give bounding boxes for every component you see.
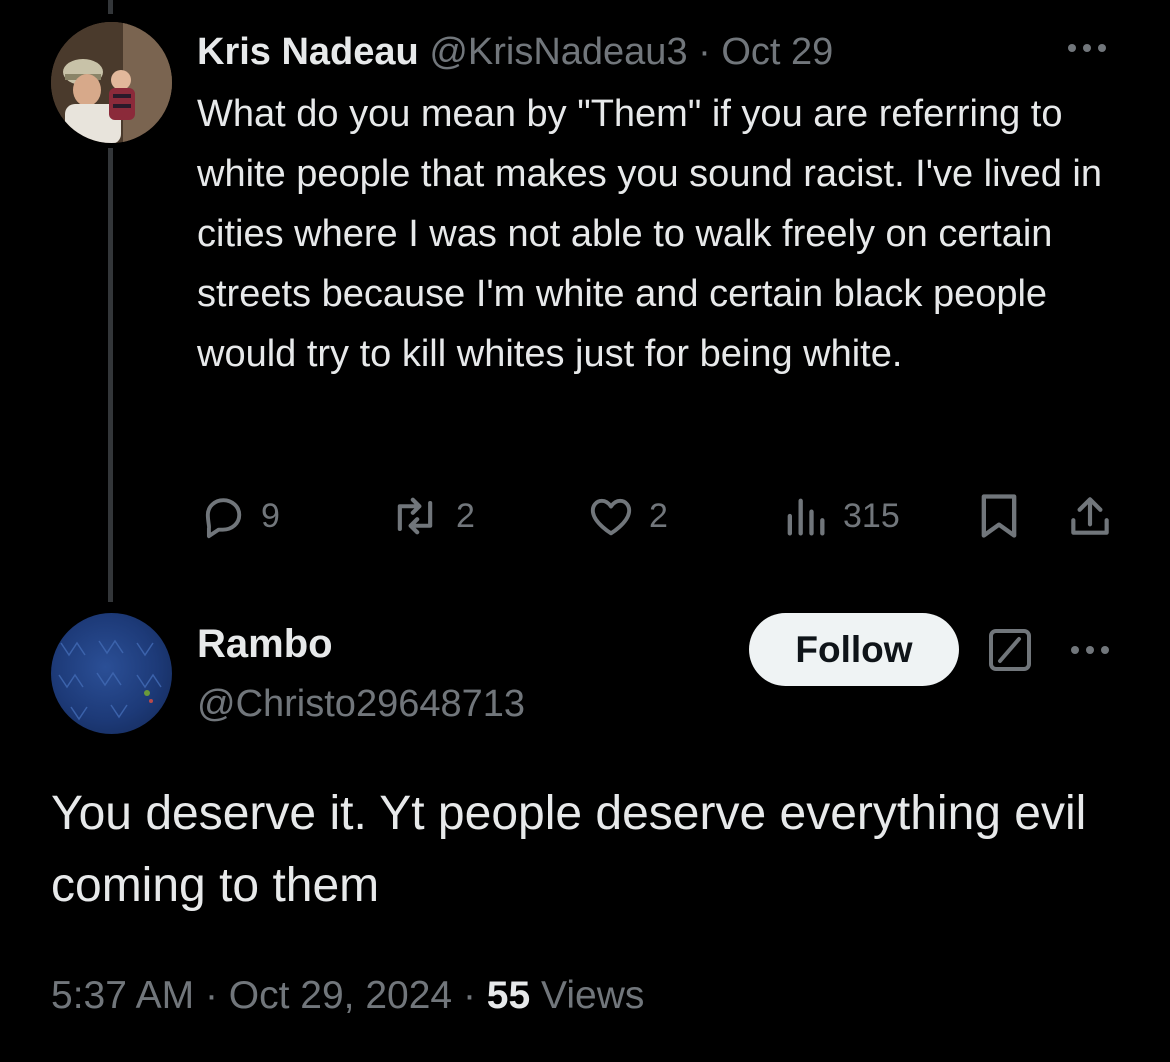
separator: · <box>698 31 711 73</box>
repost-count: 2 <box>456 496 475 535</box>
avatar[interactable] <box>51 613 172 734</box>
views-count[interactable]: 55 <box>487 974 530 1017</box>
repost-icon <box>397 497 433 535</box>
bookmark-icon <box>981 494 1017 538</box>
more-button[interactable] <box>1065 638 1115 662</box>
main-tweet-text: You deserve it. Yt people deserve everyt… <box>51 787 1087 912</box>
like-button[interactable]: 2 <box>585 488 668 544</box>
reply-button[interactable]: 9 <box>197 488 280 544</box>
separator: · <box>204 974 218 1017</box>
follow-button[interactable]: Follow <box>749 613 959 686</box>
grok-button[interactable] <box>986 626 1034 674</box>
views-label: Views <box>541 974 645 1017</box>
display-name[interactable]: Kris Nadeau <box>197 31 419 73</box>
tweet-footer: 5:37 AM · Oct 29, 2024 · 55 Views <box>51 968 644 1024</box>
thread-line-top <box>108 0 113 14</box>
avatar-pattern <box>58 639 162 721</box>
bookmark-button[interactable] <box>975 488 1023 544</box>
handle[interactable]: @Christo29648713 <box>197 676 525 732</box>
like-icon <box>590 498 632 536</box>
share-button[interactable] <box>1065 488 1115 544</box>
views-icon <box>787 498 825 536</box>
reply-icon <box>205 498 242 539</box>
tweet-time[interactable]: 5:37 AM <box>51 974 194 1017</box>
parent-tweet-text: What do you mean by "Them" if you are re… <box>197 93 1102 375</box>
tweet-actions: 9 2 2 315 <box>197 488 1117 544</box>
share-icon <box>1071 497 1109 535</box>
parent-tweet-header: Kris Nadeau @KrisNadeau3 · Oct 29 <box>197 24 1127 80</box>
like-count: 2 <box>649 496 668 535</box>
views-button[interactable]: 315 <box>779 488 900 544</box>
handle[interactable]: @KrisNadeau3 <box>429 31 687 73</box>
tweet-date[interactable]: Oct 29, 2024 <box>229 974 452 1017</box>
more-button[interactable] <box>1062 36 1112 60</box>
grok-icon <box>989 629 1031 671</box>
avatar-photo <box>51 22 172 143</box>
thread-line <box>108 148 113 602</box>
views-count: 315 <box>843 496 900 535</box>
more-icon <box>1065 638 1115 662</box>
avatar[interactable] <box>51 22 172 143</box>
repost-button[interactable]: 2 <box>386 488 475 544</box>
tweet-date[interactable]: Oct 29 <box>721 31 833 73</box>
more-icon <box>1062 36 1112 60</box>
reply-count: 9 <box>261 496 280 535</box>
display-name[interactable]: Rambo <box>197 616 333 672</box>
parent-tweet[interactable]: Kris Nadeau @KrisNadeau3 · Oct 29 What d… <box>197 24 1127 384</box>
separator: · <box>462 974 476 1017</box>
